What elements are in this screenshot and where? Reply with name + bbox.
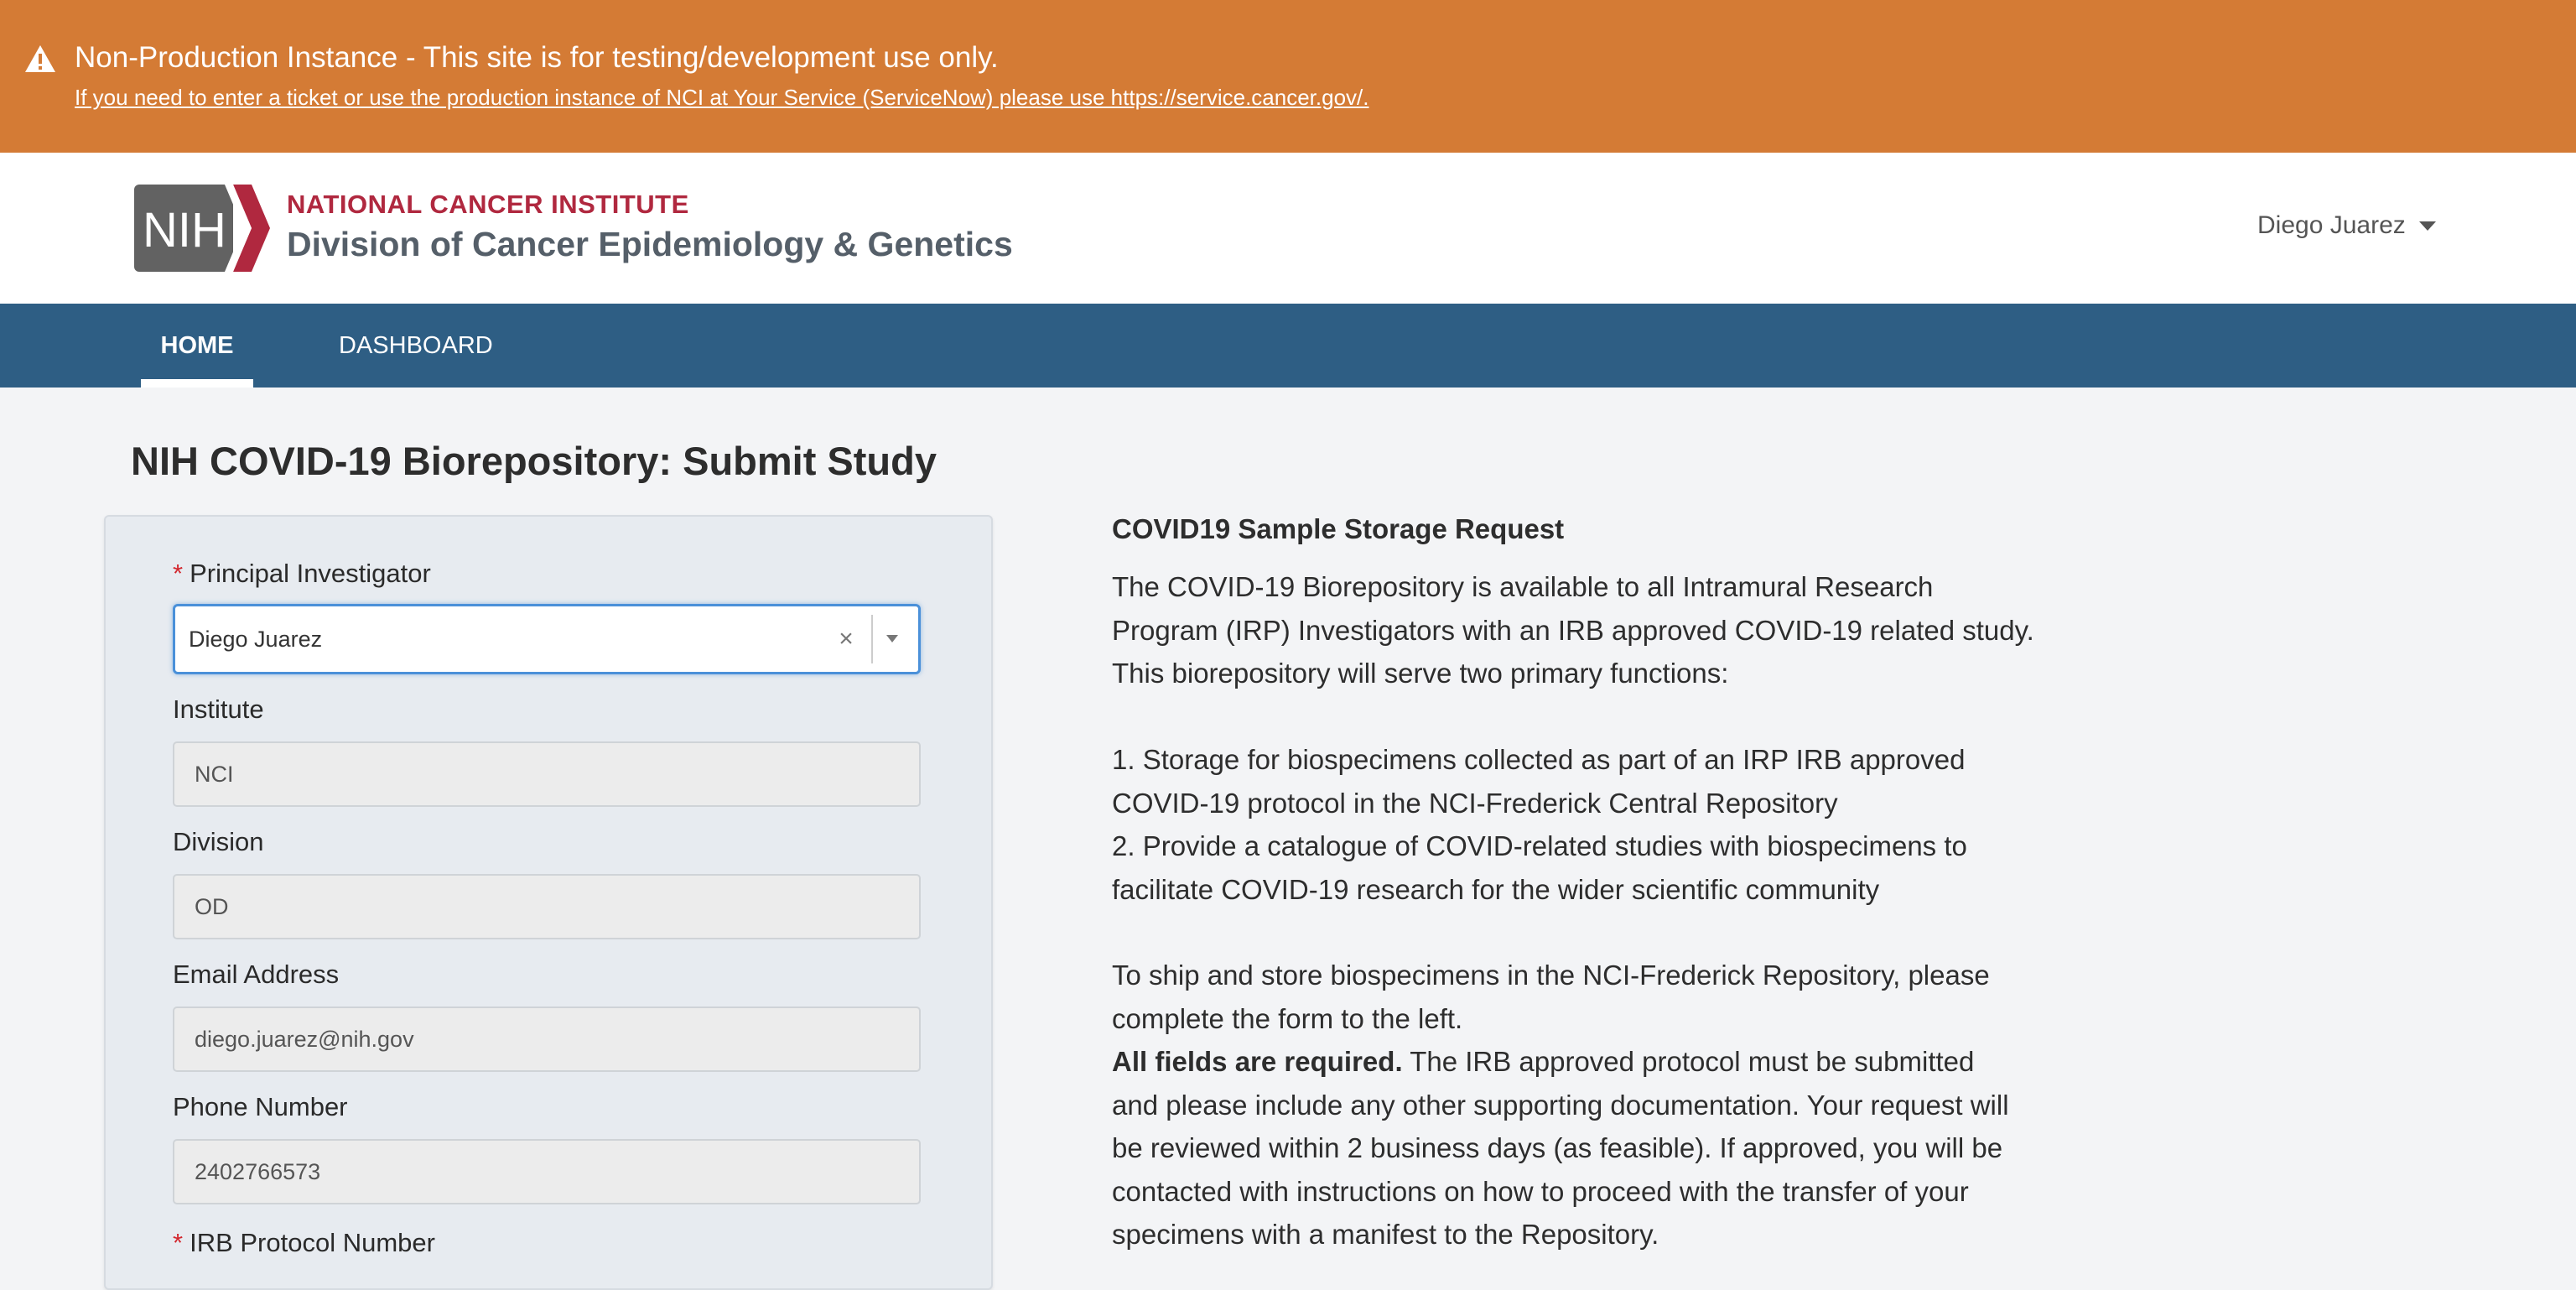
- required-note: All fields are required.: [1112, 1046, 1403, 1077]
- info-title: COVID19 Sample Storage Request: [1112, 513, 1565, 544]
- institute-field[interactable]: NCI: [173, 741, 921, 807]
- org-name: NATIONAL CANCER INSTITUTE: [287, 190, 689, 219]
- division-name: Division of Cancer Epidemiology & Geneti…: [287, 225, 1013, 263]
- email-label: Email Address: [173, 960, 340, 989]
- principal-investigator-value: Diego Juarez: [189, 627, 323, 652]
- clear-icon[interactable]: ×: [829, 606, 863, 672]
- non-production-banner: Non-Production Instance - This site is f…: [0, 0, 2576, 153]
- select-divider: [871, 615, 873, 663]
- institute-label: Institute: [173, 694, 264, 724]
- production-instance-link[interactable]: If you need to enter a ticket or use the…: [75, 82, 1368, 112]
- division-label: Division: [173, 827, 264, 856]
- required-mark: *: [173, 559, 184, 588]
- irb-protocol-label: * IRB Protocol Number: [173, 1228, 435, 1257]
- chevron-down-icon[interactable]: [886, 635, 898, 642]
- principal-investigator-label: * Principal Investigator: [173, 559, 431, 588]
- user-menu[interactable]: Diego Juarez: [2257, 211, 2436, 240]
- required-mark: *: [173, 1228, 184, 1257]
- email-field[interactable]: diego.juarez@nih.gov: [173, 1007, 921, 1072]
- division-field[interactable]: OD: [173, 874, 921, 939]
- nav-home[interactable]: HOME: [141, 304, 253, 388]
- chevron-down-icon: [2418, 221, 2436, 231]
- info-paragraph-2: 1. Storage for biospecimens collected as…: [1112, 744, 1967, 905]
- nih-logo[interactable]: NIH: [134, 185, 270, 272]
- active-tab-indicator: [141, 379, 253, 388]
- nav-dashboard[interactable]: DASHBOARD: [339, 304, 493, 388]
- user-name: Diego Juarez: [2257, 211, 2406, 239]
- phone-label: Phone Number: [173, 1092, 348, 1121]
- banner-title: Non-Production Instance - This site is f…: [75, 41, 999, 74]
- info-paragraph-1: The COVID-19 Biorepository is available …: [1112, 571, 2034, 689]
- warning-icon: [25, 45, 55, 72]
- principal-investigator-select[interactable]: Diego Juarez ×: [173, 604, 921, 674]
- nih-logo-text: NIH: [143, 203, 226, 257]
- info-paragraph-3: To ship and store biospecimens in the NC…: [1112, 960, 2009, 1250]
- phone-field[interactable]: 2402766573: [173, 1139, 921, 1204]
- page-title: NIH COVID-19 Biorepository: Submit Study: [131, 439, 937, 483]
